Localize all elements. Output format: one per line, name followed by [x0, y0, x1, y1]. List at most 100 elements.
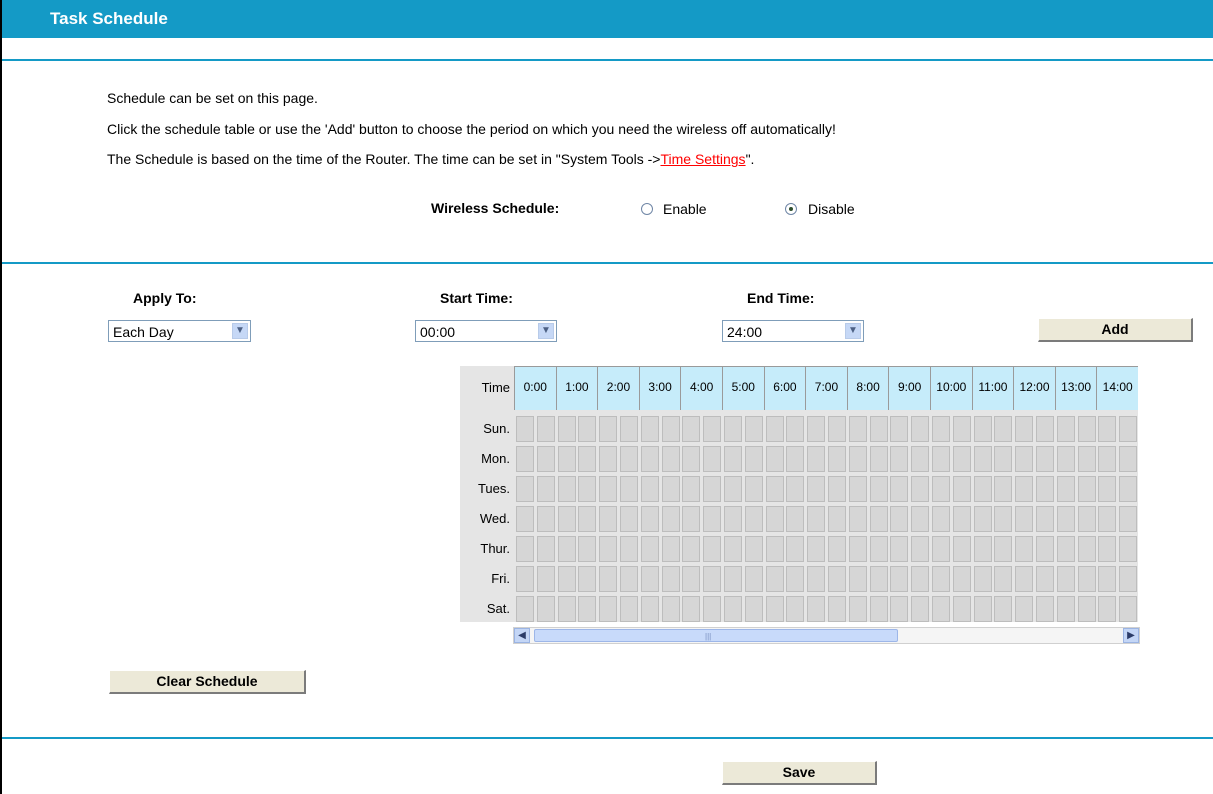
scroll-left-icon[interactable]: ◀ [514, 628, 530, 643]
schedule-cell[interactable] [765, 416, 784, 442]
schedule-cell[interactable] [869, 596, 888, 622]
schedule-cell[interactable] [765, 446, 784, 472]
schedule-cell[interactable] [869, 506, 888, 532]
schedule-cell[interactable] [848, 596, 867, 622]
schedule-cell[interactable] [640, 506, 659, 532]
schedule-cell[interactable] [661, 446, 680, 472]
schedule-cell[interactable] [516, 566, 534, 592]
schedule-cell[interactable] [1077, 446, 1096, 472]
schedule-cell[interactable] [536, 536, 555, 562]
schedule-cell[interactable] [1036, 476, 1054, 502]
schedule-cell[interactable] [724, 506, 742, 532]
schedule-cell[interactable] [786, 446, 805, 472]
schedule-cell[interactable] [724, 566, 742, 592]
schedule-cell[interactable] [1036, 566, 1054, 592]
schedule-cell[interactable] [536, 596, 555, 622]
schedule-cell[interactable] [682, 416, 701, 442]
schedule-cell[interactable] [536, 506, 555, 532]
schedule-cell[interactable] [682, 506, 701, 532]
schedule-cell[interactable] [765, 596, 784, 622]
schedule-cell[interactable] [1077, 416, 1096, 442]
schedule-cell[interactable] [932, 476, 950, 502]
schedule-cell[interactable] [1119, 596, 1138, 622]
schedule-cell[interactable] [952, 506, 971, 532]
schedule-cell[interactable] [765, 506, 784, 532]
schedule-cell[interactable] [952, 566, 971, 592]
schedule-cell[interactable] [536, 476, 555, 502]
schedule-cell[interactable] [890, 536, 909, 562]
schedule-cell[interactable] [724, 476, 742, 502]
schedule-cell[interactable] [786, 536, 805, 562]
schedule-cell[interactable] [869, 536, 888, 562]
schedule-cell[interactable] [578, 416, 597, 442]
schedule-cell[interactable] [1077, 506, 1096, 532]
horizontal-scrollbar[interactable]: ◀ ||| ▶ [513, 627, 1140, 644]
schedule-cell[interactable] [661, 506, 680, 532]
schedule-cell[interactable] [1036, 536, 1054, 562]
schedule-cell[interactable] [620, 596, 638, 622]
schedule-cell[interactable] [994, 416, 1013, 442]
schedule-cell[interactable] [1015, 506, 1034, 532]
schedule-cell[interactable] [1098, 416, 1117, 442]
schedule-cell[interactable] [765, 536, 784, 562]
schedule-cell[interactable] [807, 536, 826, 562]
schedule-cell[interactable] [1015, 596, 1034, 622]
schedule-cell[interactable] [848, 476, 867, 502]
schedule-cell[interactable] [848, 416, 867, 442]
schedule-cell[interactable] [557, 446, 576, 472]
schedule-cell[interactable] [1098, 446, 1117, 472]
schedule-cell[interactable] [869, 416, 888, 442]
schedule-cell[interactable] [661, 566, 680, 592]
schedule-cell[interactable] [1056, 506, 1075, 532]
schedule-cell[interactable] [557, 596, 576, 622]
schedule-cell[interactable] [952, 596, 971, 622]
schedule-cell[interactable] [869, 566, 888, 592]
schedule-cell[interactable] [703, 506, 722, 532]
schedule-cell[interactable] [744, 446, 763, 472]
schedule-cell[interactable] [640, 416, 659, 442]
schedule-cell[interactable] [703, 416, 722, 442]
add-button[interactable]: Add [1038, 318, 1193, 342]
schedule-cell[interactable] [578, 566, 597, 592]
schedule-cell[interactable] [1015, 446, 1034, 472]
schedule-cell[interactable] [557, 506, 576, 532]
schedule-cell[interactable] [1056, 596, 1075, 622]
schedule-cell[interactable] [1056, 416, 1075, 442]
schedule-cell[interactable] [890, 596, 909, 622]
schedule-cell[interactable] [536, 416, 555, 442]
schedule-cell[interactable] [1056, 536, 1075, 562]
schedule-cell[interactable] [516, 416, 534, 442]
schedule-cell[interactable] [890, 566, 909, 592]
schedule-cell[interactable] [890, 446, 909, 472]
schedule-cell[interactable] [1119, 506, 1138, 532]
schedule-cell[interactable] [620, 566, 638, 592]
schedule-cell[interactable] [516, 506, 534, 532]
disable-radio-label[interactable]: Disable [808, 201, 855, 217]
schedule-cell[interactable] [557, 476, 576, 502]
schedule-cell[interactable] [1098, 476, 1117, 502]
schedule-cell[interactable] [599, 566, 618, 592]
schedule-cell[interactable] [1036, 596, 1054, 622]
schedule-cell[interactable] [1098, 596, 1117, 622]
schedule-cell[interactable] [848, 536, 867, 562]
schedule-cell[interactable] [1056, 476, 1075, 502]
schedule-cell[interactable] [890, 416, 909, 442]
schedule-cell[interactable] [807, 416, 826, 442]
schedule-cell[interactable] [1056, 566, 1075, 592]
schedule-cell[interactable] [848, 506, 867, 532]
schedule-cell[interactable] [973, 476, 992, 502]
schedule-cell[interactable] [703, 596, 722, 622]
scroll-right-icon[interactable]: ▶ [1123, 628, 1139, 643]
schedule-cell[interactable] [994, 476, 1013, 502]
schedule-cell[interactable] [599, 596, 618, 622]
schedule-cell[interactable] [952, 476, 971, 502]
schedule-cell[interactable] [890, 476, 909, 502]
end-time-select[interactable]: 24:00 ▼ [722, 320, 864, 342]
schedule-cell[interactable] [1119, 536, 1138, 562]
enable-radio-label[interactable]: Enable [663, 201, 707, 217]
schedule-cell[interactable] [682, 476, 701, 502]
schedule-cell[interactable] [807, 566, 826, 592]
schedule-cell[interactable] [703, 446, 722, 472]
schedule-cell[interactable] [620, 506, 638, 532]
schedule-cell[interactable] [1036, 416, 1054, 442]
